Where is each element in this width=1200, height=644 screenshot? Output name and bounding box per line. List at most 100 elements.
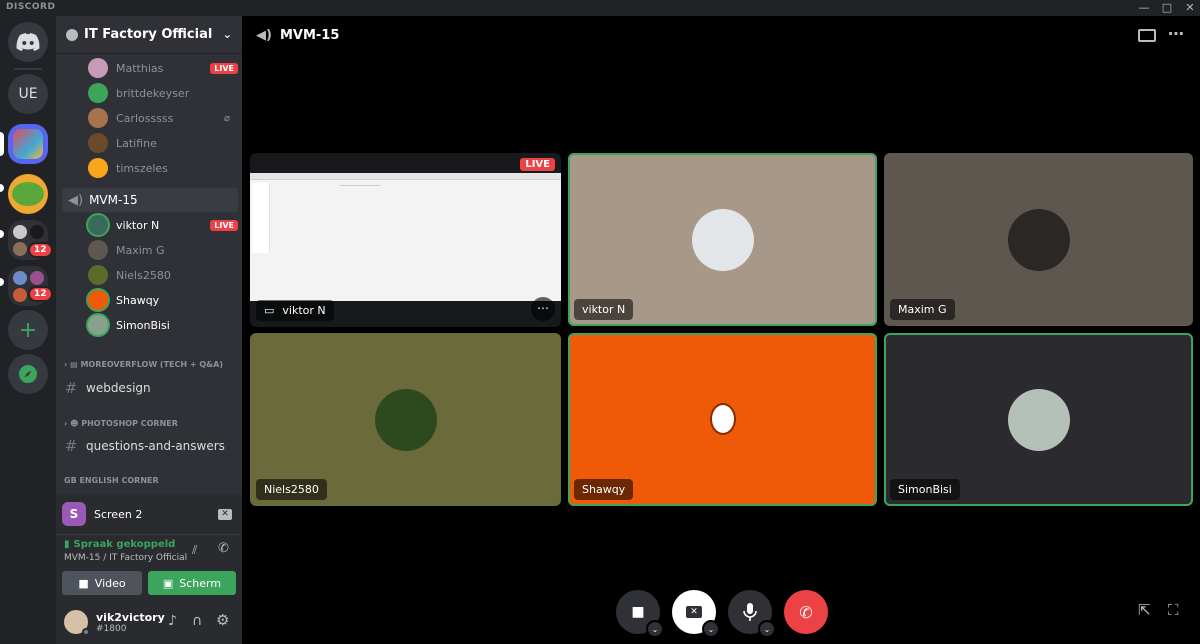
microphone-icon[interactable]: ♪ — [168, 613, 177, 629]
camera-button[interactable]: ■ ⌄ — [616, 590, 664, 638]
voice-location[interactable]: MVM-15 / IT Factory Official — [64, 553, 187, 563]
member-name: Maxim G — [116, 243, 165, 257]
flag-label: GB — [64, 476, 77, 485]
hash-icon: # — [64, 379, 78, 397]
more-options-icon[interactable]: ⋯ — [1168, 24, 1184, 43]
live-badge: LIVE — [210, 62, 238, 74]
disconnect-icon[interactable]: ✆ — [218, 541, 229, 556]
pepe-icon — [12, 182, 44, 206]
chevron-down-icon[interactable]: ⌄ — [758, 620, 776, 638]
status-dot — [82, 628, 90, 636]
channel-name: questions-and-answers — [86, 439, 225, 453]
voice-member[interactable]: viktor N LIVE — [88, 214, 238, 236]
category-photoshop[interactable]: › ☻ PHOTOSHOP CORNER — [64, 419, 178, 428]
voice-member[interactable]: SimonBisi — [88, 314, 238, 336]
explore-servers-button[interactable] — [8, 354, 48, 394]
close-icon[interactable]: ✕ — [1178, 0, 1200, 16]
add-server-button[interactable]: + — [8, 310, 48, 350]
username[interactable]: vik2victory — [96, 611, 165, 624]
noise-suppression-icon[interactable]: ⫽ — [192, 543, 197, 558]
hang-up-icon: ✆ — [799, 602, 813, 622]
screen-button[interactable]: ▣ Scherm — [148, 571, 236, 595]
participant-name: viktor N — [582, 303, 626, 316]
avatar — [88, 265, 108, 285]
stop-screen-share-button[interactable]: ✕ ⌄ — [672, 590, 720, 638]
tile-options-icon[interactable]: ⋯ — [531, 297, 555, 321]
chevron-down-icon[interactable]: ⌄ — [702, 620, 720, 638]
microphone-button[interactable]: ⌄ — [728, 590, 776, 638]
plus-icon: + — [18, 317, 38, 343]
fullscreen-icon[interactable]: ⛶ — [1168, 601, 1179, 619]
hash-icon: # — [64, 437, 78, 455]
tile-label: Niels2580 — [256, 479, 327, 500]
participant-avatar — [691, 388, 754, 451]
camera-icon: ■ — [78, 576, 89, 590]
voice-member[interactable]: brittdekeyser — [88, 82, 238, 104]
tile-label: ▭ viktor N — [256, 300, 334, 321]
channel-webdesign[interactable]: # webdesign — [64, 377, 236, 399]
maximize-icon[interactable]: □ — [1155, 0, 1179, 16]
category-moreoverflow[interactable]: › ▤ MOREOVERFLOW (TECH + Q&A) — [64, 360, 223, 369]
participant-tile-niels2580[interactable]: Niels2580 — [250, 333, 561, 506]
voice-member[interactable]: Carlosssss ⌀ — [88, 107, 238, 129]
voice-member[interactable]: timszeles — [88, 157, 238, 179]
verified-icon — [66, 28, 78, 41]
avatar — [88, 58, 108, 78]
user-avatar[interactable] — [64, 610, 90, 636]
leave-call-button[interactable]: ✆ — [784, 590, 828, 634]
voice-member[interactable]: Niels2580 — [88, 264, 238, 286]
server-it-factory[interactable] — [8, 124, 48, 164]
voice-member[interactable]: Maxim G — [88, 239, 238, 261]
home-button[interactable] — [8, 22, 48, 62]
video-button[interactable]: ■ Video — [62, 571, 142, 595]
avatar — [88, 83, 108, 103]
avatar — [88, 240, 108, 260]
signal-icon[interactable]: ▮ — [64, 539, 70, 550]
call-header: ◀) MVM-15 ⋯ — [242, 16, 1200, 54]
server-header[interactable]: IT Factory Official ⌄ — [56, 16, 242, 54]
monitor-icon: ▭ — [264, 304, 275, 317]
tile-label: Shawqy — [574, 479, 634, 500]
participant-name: Niels2580 — [264, 483, 319, 496]
speaker-icon: ◀) — [256, 27, 272, 43]
mention-badge: 12 — [28, 286, 53, 302]
category-english[interactable]: GB ENGLISH CORNER — [64, 476, 159, 485]
participant-tile-simonbisi[interactable]: SimonBisi — [884, 333, 1193, 506]
member-name: SimonBisi — [116, 318, 170, 332]
avatar — [88, 158, 108, 178]
avatar — [88, 215, 108, 235]
live-badge: LIVE — [520, 158, 555, 171]
pop-out-icon[interactable]: ⇱ — [1138, 601, 1151, 619]
participant-tile-maxim-g[interactable]: Maxim G — [884, 153, 1193, 326]
server-icon-image — [13, 129, 43, 159]
participant-tile-viktor-n[interactable]: viktor N — [568, 153, 877, 326]
muted-icon: ⌀ — [223, 112, 230, 124]
avatar — [88, 108, 108, 128]
category-label: ENGLISH CORNER — [79, 476, 159, 485]
call-area: ◀) MVM-15 ⋯ LIVE ▭ viktor N ⋯ viktor N M… — [242, 16, 1200, 644]
voice-member[interactable]: Latifine — [88, 132, 238, 154]
mention-badge: 12 — [28, 242, 53, 258]
voice-member[interactable]: Shawqy — [88, 289, 238, 311]
participant-tile-shawqy[interactable]: Shawqy — [568, 333, 877, 506]
voice-connected-label[interactable]: Spraak gekoppeld — [74, 539, 176, 550]
chevron-down-icon[interactable]: ⌄ — [646, 620, 664, 638]
participant-avatar — [1007, 208, 1070, 271]
category-label: MOREOVERFLOW (TECH + Q&A) — [80, 360, 223, 369]
user-server-ue[interactable]: UE — [8, 74, 48, 114]
unread-pill — [0, 230, 4, 238]
stop-stream-icon[interactable]: ✕ — [218, 508, 232, 520]
headphones-icon[interactable]: ∩ — [192, 613, 202, 629]
avatar — [88, 290, 108, 310]
server-pepe[interactable] — [8, 174, 48, 214]
channel-questions-and-answers[interactable]: # questions-and-answers — [64, 435, 236, 457]
layout-grid-icon[interactable] — [1138, 29, 1156, 42]
speaker-icon: ◀) — [68, 192, 84, 208]
camera-icon: ■ — [631, 604, 645, 620]
member-name: brittdekeyser — [116, 86, 190, 100]
voice-channel-mvm-15[interactable]: ◀) MVM-15 — [62, 188, 238, 212]
minimize-icon[interactable]: — — [1132, 0, 1156, 16]
stream-tile-viktor-n[interactable]: LIVE ▭ viktor N ⋯ — [250, 153, 561, 327]
settings-gear-icon[interactable]: ⚙ — [216, 611, 229, 629]
voice-member[interactable]: Matthias LIVE — [88, 57, 238, 79]
